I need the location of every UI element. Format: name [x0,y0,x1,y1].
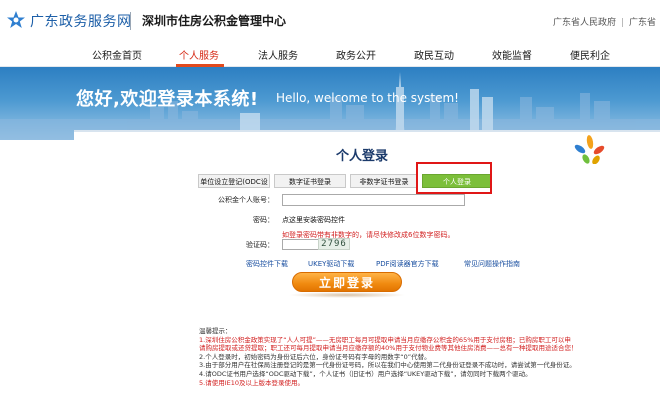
tip-item: 5.请使用IE10及以上版本登录使用。 [199,378,304,387]
password-control-download-link[interactable]: 密码控件下载 [246,259,288,269]
login-card: 个人登录 单位设立登记(ODC设 数字证书登录 非数字证书登录 个人登录 公积金… [74,130,660,320]
password-label: 密码： [253,216,274,224]
login-button-shadow [288,292,406,298]
tab-cert-login[interactable]: 数字证书登录 [274,174,346,188]
tips-section: 温馨提示： 1.深圳住房公积金政策实现了“人人可提”——无房职工每月可提取申请当… [199,327,639,387]
tip-item: 请购房提取或还贷提取；职工还可每月提取申请当月应缴存额的40%用于支付物业费等其… [199,344,578,353]
top-links: 广东省人民政府 广东省 [553,15,656,28]
tip-item: 3.由于部分用户在社保局注册登记的是第一代身份证号码，所以在我们中心使用第二代身… [199,361,576,370]
top-link-gd[interactable]: 广东省 [629,18,656,28]
top-link-gd-gov[interactable]: 广东省人民政府 [553,18,616,28]
welcome-heading-cn: 您好,欢迎登录本系统! [76,89,259,110]
nav-item-convenience[interactable]: 便民利企 [570,47,610,62]
tip-item: 2.个人登录时，初始密码为身份证后六位，身份证号码有字母的用数字“0”代替。 [199,352,431,361]
login-button[interactable]: 立即登录 [292,272,402,292]
install-password-control-link[interactable]: 点这里安装密码控件 [282,215,345,225]
login-title: 个人登录 [336,149,389,164]
faq-guide-link[interactable]: 常见问题操作指南 [464,259,520,269]
gd-gov-logo-icon [7,11,25,28]
login-page: 广东政务服务网 深圳市住房公积金管理中心 广东省人民政府 广东省 公积金首页 个人… [0,0,660,400]
nav-item-supervision[interactable]: 效能监督 [492,47,532,62]
header-divider [130,12,131,30]
site-brand[interactable]: 广东政务服务网 [30,11,132,31]
tip-item: 4.请ODC证书用户选择“ODC驱动下载”，个人证书（旧证书）用户选择“UKEY… [199,369,532,378]
captcha-label: 验证码： [246,241,274,249]
active-tab-highlight-box [416,162,492,194]
top-link-divider [621,18,623,27]
pdf-reader-download-link[interactable]: PDF阅读器官方下载 [376,259,439,269]
account-label: 公积金个人账号： [218,196,274,204]
nav-item-public[interactable]: 政务公开 [336,47,376,62]
tab-noncert-login[interactable]: 非数字证书登录 [350,174,418,188]
nav-item-personal[interactable]: 个人服务 [179,47,219,62]
captcha-image[interactable]: 2796 [318,238,350,250]
decorative-petals-icon [574,135,605,164]
main-nav: 公积金首页 个人服务 法人服务 政务公开 政民互动 效能监督 便民利企 [0,40,660,67]
nav-item-home[interactable]: 公积金首页 [92,47,142,62]
ukey-driver-download-link[interactable]: UKEY驱动下载 [308,259,354,269]
nav-item-interaction[interactable]: 政民互动 [414,47,454,62]
tips-title: 温馨提示： [199,327,232,335]
tip-item: 1.深圳住房公积金政策实现了“人人可提”——无房职工每月可提取申请当月应缴存公积… [199,335,571,344]
tab-odc-login[interactable]: 单位设立登记(ODC设 [198,174,270,188]
top-header: 广东政务服务网 深圳市住房公积金管理中心 广东省人民政府 广东省 [0,0,660,40]
captcha-input[interactable] [282,239,320,250]
account-input[interactable] [282,194,465,206]
welcome-heading-en: Hello, welcome to the system! [276,91,459,105]
nav-item-corporate[interactable]: 法人服务 [258,47,298,62]
center-name: 深圳市住房公积金管理中心 [142,14,287,28]
